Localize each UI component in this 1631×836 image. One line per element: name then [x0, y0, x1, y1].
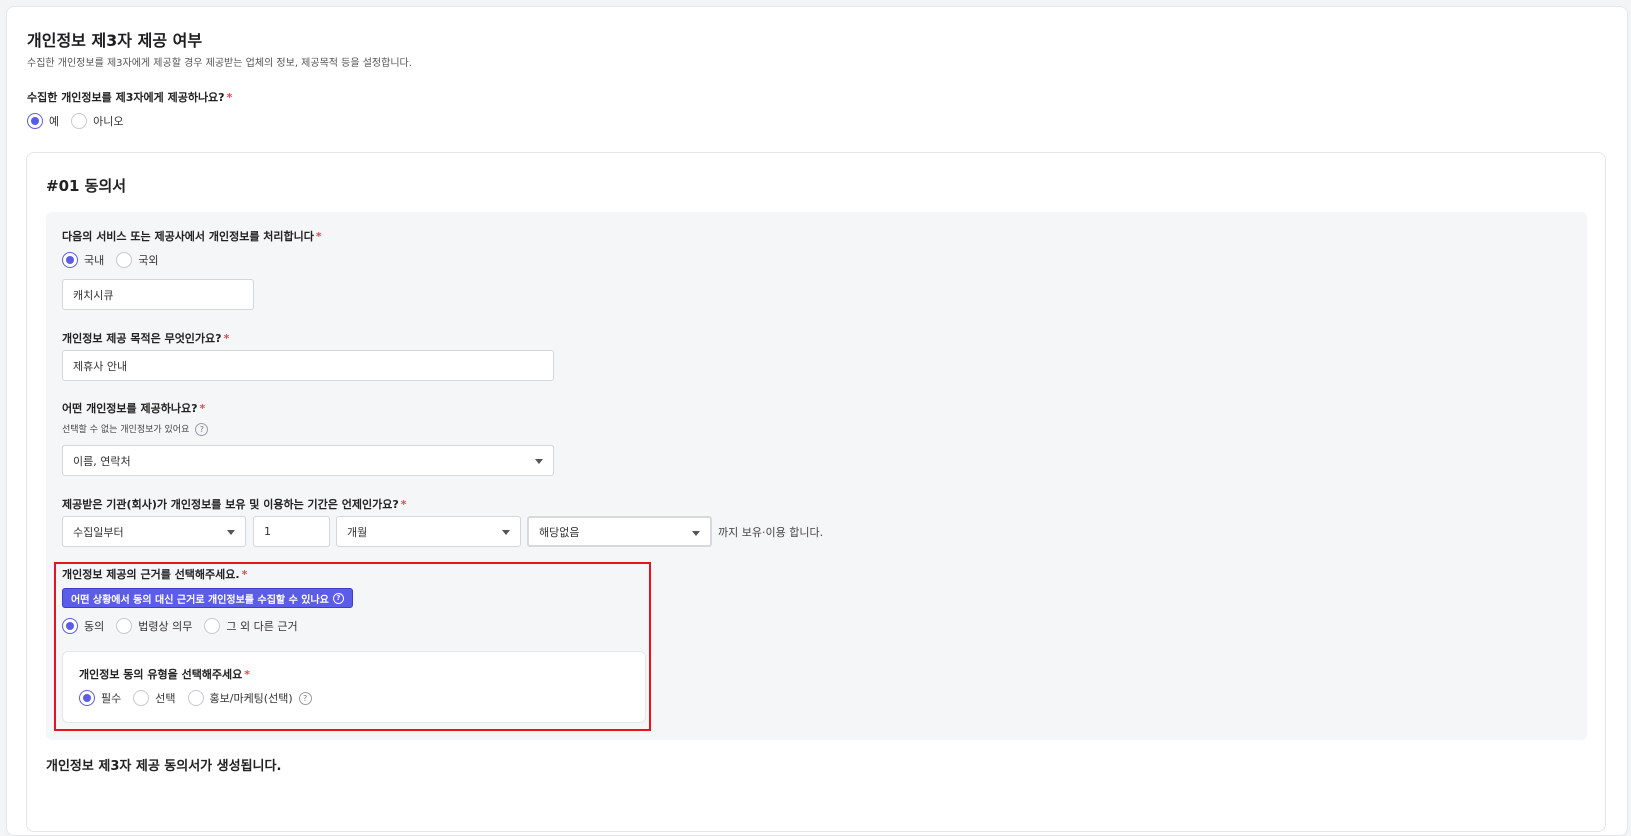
consent-box: #01 동의서 다음의 서비스 또는 제공사에서 개인정보를 처리합니다 * 국내… [26, 152, 1606, 832]
radio-no-circle[interactable] [71, 113, 88, 129]
page-description: 수집한 개인정보를 제3자에게 제공할 경우 제공받는 업체의 정보, 제공목적… [27, 58, 412, 69]
provide-radio-group: 예 아니오 [27, 113, 136, 129]
radio-no[interactable]: 아니오 [71, 113, 124, 129]
radio-overseas-circle[interactable] [116, 252, 133, 268]
retention-label: 제공받은 기관(회사)가 개인정보를 보유 및 이용하는 기간은 언제인가요? * [62, 498, 407, 511]
purpose-label: 개인정보 제공 목적은 무엇인가요? * [62, 332, 230, 345]
info-items-hint: 선택할 수 없는 개인정보가 있어요? [62, 422, 209, 436]
radio-overseas[interactable]: 국외 [116, 252, 159, 268]
question-circle-icon[interactable]: ? [195, 423, 209, 436]
retention-start-select[interactable]: 수집일부터 [62, 516, 246, 547]
third-party-provision-card: 개인정보 제3자 제공 여부 수집한 개인정보를 제3자에게 제공할 경우 제공… [6, 6, 1628, 836]
radio-yes-circle[interactable] [27, 113, 43, 129]
consent-title: #01 동의서 [46, 177, 127, 195]
provide-question-label: 수집한 개인정보를 제3자에게 제공하나요? * [27, 91, 233, 104]
region-radio-group: 국내 국외 [62, 252, 171, 268]
page-title: 개인정보 제3자 제공 여부 [27, 31, 203, 50]
info-items-label: 어떤 개인정보를 제공하나요? * [62, 402, 206, 415]
highlight-box [54, 562, 651, 731]
consent-footer: 개인정보 제3자 제공 동의서가 생성됩니다. [46, 759, 282, 774]
retention-suffix: 까지 보유·이용 합니다. [718, 526, 824, 539]
retention-amount-input[interactable]: 1 [253, 516, 330, 547]
retention-exception-select[interactable]: 해당없음 [527, 516, 712, 547]
info-items-select[interactable]: 이름, 연락처 [62, 445, 554, 476]
required-mark: * [226, 91, 233, 104]
consent-form-panel: 다음의 서비스 또는 제공사에서 개인정보를 처리합니다 * 국내 국외 캐치시큐… [46, 212, 1587, 740]
radio-domestic-circle[interactable] [62, 252, 78, 268]
processor-label: 다음의 서비스 또는 제공사에서 개인정보를 처리합니다 * [62, 230, 322, 243]
retention-unit-select[interactable]: 개월 [336, 516, 521, 547]
processor-input[interactable]: 캐치시큐 [62, 279, 254, 310]
purpose-input[interactable]: 제휴사 안내 [62, 350, 554, 381]
radio-yes[interactable]: 예 [27, 113, 59, 129]
radio-domestic[interactable]: 국내 [62, 252, 104, 268]
